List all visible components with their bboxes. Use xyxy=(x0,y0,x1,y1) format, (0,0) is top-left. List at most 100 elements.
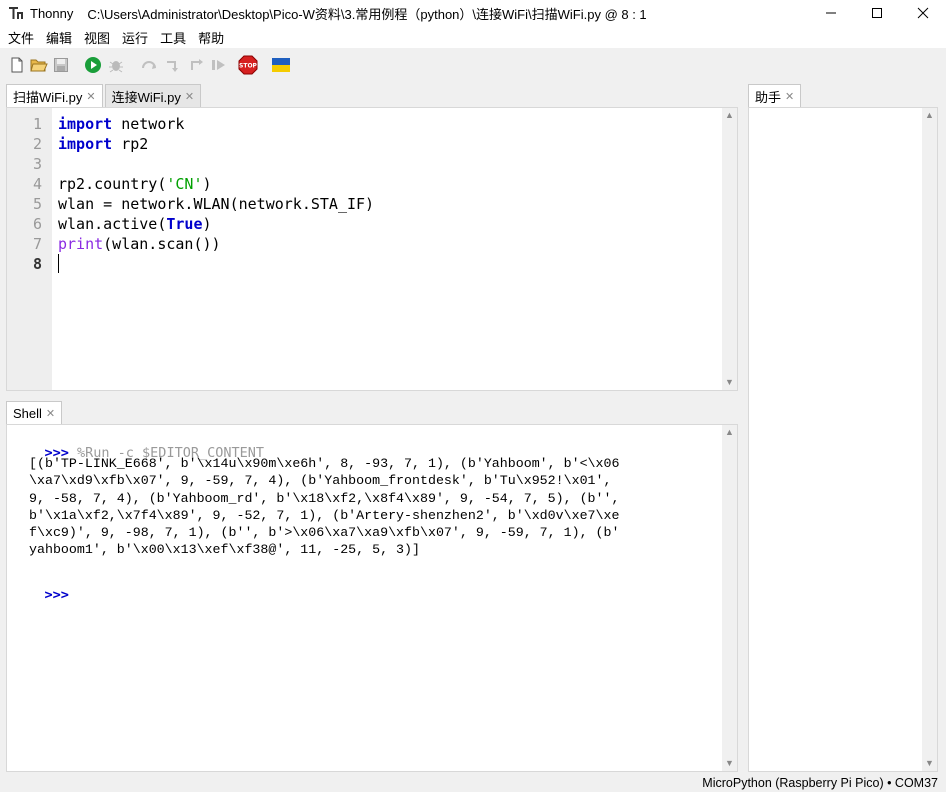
line-number: 7 xyxy=(32,235,42,253)
code-line[interactable]: import rp2 xyxy=(58,134,148,154)
tab-close-icon[interactable]: ✕ xyxy=(785,90,794,103)
tab-assistant[interactable]: 助手 ✕ xyxy=(748,84,802,107)
debug-button[interactable] xyxy=(107,56,125,74)
step-over-icon xyxy=(142,61,156,69)
ukraine-flag-button[interactable] xyxy=(272,56,290,74)
stop-label: STOP xyxy=(239,63,258,70)
shell-tabbar: Shell ✕ xyxy=(6,401,64,424)
line-number: 1 xyxy=(32,115,42,133)
stop-button[interactable]: STOP xyxy=(238,55,258,75)
code-line[interactable]: wlan.active(True) xyxy=(58,214,212,234)
thonny-app-icon xyxy=(9,7,23,19)
code-token: (wlan.scan()) xyxy=(103,235,221,253)
tab-label: 扫描WiFi.py xyxy=(13,89,83,105)
code-token: ) xyxy=(202,215,212,233)
code-token: network xyxy=(112,115,185,133)
status-bar: MicroPython (Raspberry Pi Pico) • COM37 xyxy=(0,776,946,792)
line-number: 5 xyxy=(32,195,42,213)
line-number: 3 xyxy=(32,155,42,173)
tab-close-icon[interactable]: ✕ xyxy=(185,90,194,103)
scroll-up-icon[interactable]: ▲ xyxy=(725,111,734,120)
shell-prompt: >>> xyxy=(44,587,69,603)
tab-connect-wifi[interactable]: 连接WiFi.py ✕ xyxy=(104,84,202,107)
resume-button[interactable] xyxy=(210,56,228,74)
shell-output: [(b'TP-LINK_E668', b'\x14u\x90m\xe6h', 8… xyxy=(29,456,620,558)
code-token: True xyxy=(166,215,203,233)
code-editor[interactable]: 1 2 3 4 5 6 7 8 import network import rp2 rp2.cou… xyxy=(6,107,738,391)
save-button[interactable] xyxy=(52,56,70,74)
menu-run[interactable]: 运行 xyxy=(116,28,154,47)
tab-label: 助手 xyxy=(755,89,782,105)
assistant-panel: ▲ ▼ xyxy=(748,107,938,772)
code-line[interactable]: import network xyxy=(58,114,184,134)
code-line[interactable]: wlan = network.WLAN(network.STA_IF) xyxy=(58,194,374,214)
minimize-icon xyxy=(826,12,836,14)
scroll-down-icon[interactable]: ▼ xyxy=(725,759,734,768)
new-file-button[interactable] xyxy=(8,56,26,74)
line-number: 8 xyxy=(32,255,42,273)
step-into-button[interactable] xyxy=(164,56,182,74)
ukraine-flag-icon xyxy=(272,58,290,72)
run-button[interactable] xyxy=(84,56,102,74)
shell-panel[interactable]: >>> %Run -c $EDITOR_CONTENT [(b'TP-LINK_… xyxy=(6,424,738,772)
line-number: 2 xyxy=(32,135,42,153)
code-token: wlan.active( xyxy=(58,215,167,233)
debug-icon xyxy=(109,61,123,73)
shell-scrollbar[interactable]: ▲ ▼ xyxy=(722,425,737,771)
minimize-button[interactable] xyxy=(808,0,854,26)
step-out-button[interactable] xyxy=(188,56,206,74)
code-token: 'CN' xyxy=(166,175,203,193)
text-caret xyxy=(58,254,59,273)
code-token: import xyxy=(58,115,113,133)
step-into-icon xyxy=(167,61,178,72)
code-line[interactable]: rp2.country('CN') xyxy=(58,174,212,194)
code-token: import xyxy=(58,135,113,153)
line-number: 6 xyxy=(32,215,42,233)
window-title: C:\Users\Administrator\Desktop\Pico-W资料\… xyxy=(87,6,647,22)
assistant-tabbar: 助手 ✕ xyxy=(748,84,803,107)
toolbar: STOP xyxy=(0,48,946,82)
menu-file[interactable]: 文件 xyxy=(2,28,40,47)
close-button[interactable] xyxy=(900,0,946,26)
maximize-button[interactable] xyxy=(854,0,900,26)
step-out-icon xyxy=(191,59,203,70)
scroll-up-icon[interactable]: ▲ xyxy=(925,111,934,120)
line-number-gutter: 1 2 3 4 5 6 7 8 xyxy=(7,108,52,390)
tab-scan-wifi[interactable]: 扫描WiFi.py ✕ xyxy=(6,84,103,107)
close-icon xyxy=(917,7,929,19)
resume-icon xyxy=(212,60,225,70)
title-bar: Thonny C:\Users\Administrator\Desktop\Pi… xyxy=(0,0,946,26)
scroll-down-icon[interactable]: ▼ xyxy=(925,759,934,768)
menu-bar: 文件 编辑 视图 运行 工具 帮助 xyxy=(0,26,946,48)
menu-edit[interactable]: 编辑 xyxy=(40,28,78,47)
interpreter-status[interactable]: MicroPython (Raspberry Pi Pico) • COM37 xyxy=(702,776,938,790)
menu-tools[interactable]: 工具 xyxy=(154,28,192,47)
step-over-button[interactable] xyxy=(140,56,158,74)
code-token: print xyxy=(58,235,104,253)
shell-input-line[interactable]: >>> xyxy=(12,571,69,619)
stop-icon: STOP xyxy=(238,55,258,75)
menu-help[interactable]: 帮助 xyxy=(192,28,230,47)
new-file-icon xyxy=(11,57,23,73)
editor-tabbar: 扫描WiFi.py ✕ 连接WiFi.py ✕ xyxy=(6,84,203,107)
code-token: rp2.country( xyxy=(58,175,167,193)
line-number: 4 xyxy=(32,175,42,193)
tab-close-icon[interactable]: ✕ xyxy=(46,407,55,420)
maximize-icon xyxy=(872,8,882,18)
scroll-up-icon[interactable]: ▲ xyxy=(725,428,734,437)
open-file-button[interactable] xyxy=(30,56,48,74)
editor-scrollbar[interactable]: ▲ ▼ xyxy=(722,108,737,390)
assistant-scrollbar[interactable]: ▲ ▼ xyxy=(922,108,937,771)
code-line[interactable]: print(wlan.scan()) xyxy=(58,234,221,254)
save-icon xyxy=(54,58,68,72)
scroll-down-icon[interactable]: ▼ xyxy=(725,378,734,387)
tab-label: Shell xyxy=(13,405,42,421)
code-token: wlan = network.WLAN(network.STA_IF) xyxy=(58,195,375,213)
tab-label: 连接WiFi.py xyxy=(111,89,181,105)
open-file-icon xyxy=(30,59,48,72)
tab-close-icon[interactable]: ✕ xyxy=(86,90,95,103)
menu-view[interactable]: 视图 xyxy=(78,28,116,47)
app-name: Thonny xyxy=(30,5,74,21)
tab-shell[interactable]: Shell ✕ xyxy=(6,401,63,424)
code-token: ) xyxy=(202,175,212,193)
